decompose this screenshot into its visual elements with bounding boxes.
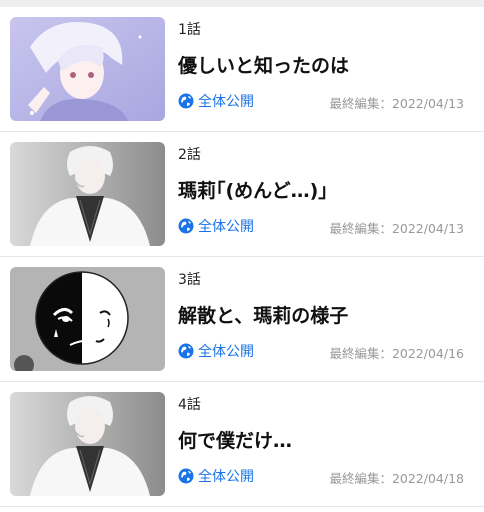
black-white-face-illustration-icon	[10, 267, 165, 371]
episode-row-3[interactable]: 3話 解散と、瑪莉の様子 全体公開 最終編集：2022/04/16	[0, 257, 484, 382]
episode-title[interactable]: 瑪莉｢(めんど…)｣	[178, 176, 328, 203]
anime-boy-white-shirt-illustration-icon	[10, 142, 165, 246]
last-edited: 最終編集：2022/04/16	[329, 346, 464, 361]
globe-icon	[178, 218, 194, 234]
episode-number: 1話	[178, 22, 201, 38]
last-edited: 最終編集：2022/04/18	[329, 471, 464, 486]
anime-boy-white-shirt-illustration-icon	[10, 392, 165, 496]
visibility-label: 全体公開	[198, 469, 254, 485]
globe-icon	[178, 468, 194, 484]
visibility-status: 全体公開	[178, 91, 254, 111]
visibility-label: 全体公開	[198, 94, 254, 110]
episode-thumbnail[interactable]	[10, 142, 165, 246]
visibility-label: 全体公開	[198, 219, 254, 235]
last-edited: 最終編集：2022/04/13	[329, 96, 464, 111]
anime-boy-purple-illustration-icon	[10, 17, 165, 121]
last-edited: 最終編集：2022/04/13	[329, 221, 464, 236]
episode-thumbnail[interactable]	[10, 17, 165, 121]
visibility-status: 全体公開	[178, 216, 254, 236]
episode-number: 2話	[178, 147, 201, 163]
top-divider	[0, 0, 484, 7]
episode-thumbnail[interactable]	[10, 267, 165, 371]
episode-thumbnail[interactable]	[10, 392, 165, 496]
globe-icon	[178, 343, 194, 359]
episode-number: 4話	[178, 397, 201, 413]
visibility-label: 全体公開	[198, 344, 254, 360]
visibility-status: 全体公開	[178, 341, 254, 361]
episode-row-1[interactable]: 1話 優しいと知ったのは 全体公開 最終編集：2022/04/13	[0, 7, 484, 132]
episode-row-4[interactable]: 4話 何で僕だけ… 全体公開 最終編集：2022/04/18	[0, 382, 484, 507]
episode-row-2[interactable]: 2話 瑪莉｢(めんど…)｣ 全体公開 最終編集：2022/04/13	[0, 132, 484, 257]
episode-number: 3話	[178, 272, 201, 288]
globe-icon	[178, 93, 194, 109]
episode-title[interactable]: 解散と、瑪莉の様子	[178, 301, 348, 328]
episode-title[interactable]: 優しいと知ったのは	[178, 51, 349, 78]
visibility-status: 全体公開	[178, 466, 254, 486]
episode-title[interactable]: 何で僕だけ…	[178, 426, 292, 453]
